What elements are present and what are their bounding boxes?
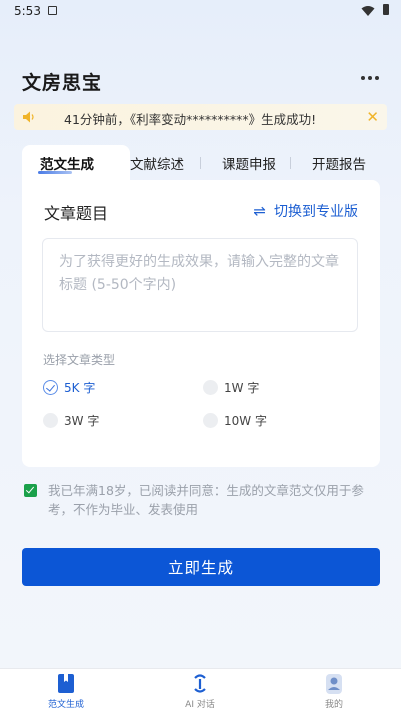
- nav-label: 范文生成: [47, 700, 84, 710]
- radio-icon: [203, 380, 218, 395]
- sim-icon: [48, 6, 57, 15]
- notice-text: 41分钟前，《利率变动**********》生成成功!: [64, 112, 317, 127]
- tab-divider: [200, 157, 201, 169]
- nav-ai-chat[interactable]: AI 对话: [165, 673, 235, 710]
- nav-essay-generation[interactable]: 范文生成: [31, 673, 101, 710]
- tab-active-indicator: [38, 171, 72, 174]
- speaker-icon: [23, 111, 34, 123]
- close-icon[interactable]: ✕: [366, 107, 379, 127]
- wifi-icon: [361, 6, 375, 16]
- option-10w[interactable]: 10W 字: [203, 412, 267, 429]
- article-title-input[interactable]: [42, 238, 358, 332]
- tab-label: 范文生成: [40, 157, 94, 173]
- generate-now-button[interactable]: 立即生成: [22, 548, 380, 586]
- more-options-icon[interactable]: [361, 73, 379, 83]
- tab-project-application[interactable]: 课题申报: [222, 153, 276, 173]
- article-type-label: 选择文章类型: [43, 353, 116, 367]
- mode-tabs: 范文生成 文献综述 课题申报 开题报告: [22, 145, 380, 185]
- agreement-checkbox[interactable]: [24, 484, 37, 497]
- agreement-text: 我已年满18岁，已阅读并同意：生成的文章范文仅用于参考，不作为毕业、发表使用: [48, 483, 364, 517]
- radio-icon: [43, 413, 58, 428]
- nav-label: 我的: [324, 700, 343, 710]
- essay-form-card: 文章题目 ⇌ 切换到专业版 选择文章类型 5K 字 1W 字 3W 字 10W …: [22, 180, 380, 467]
- tab-proposal-report[interactable]: 开题报告: [312, 153, 366, 173]
- option-label: 5K 字: [64, 381, 96, 395]
- book-icon: [58, 674, 74, 693]
- status-bar: 5:53: [0, 0, 401, 24]
- bottom-nav: 范文生成 AI 对话 我的: [0, 668, 401, 714]
- switch-to-pro-label: 切换到专业版: [274, 204, 358, 220]
- option-5k[interactable]: 5K 字: [43, 379, 95, 396]
- radio-checked-icon: [43, 380, 58, 395]
- user-icon: [326, 674, 342, 694]
- notice-banner: 41分钟前，《利率变动**********》生成成功! ✕: [14, 104, 387, 130]
- tab-essay-generation[interactable]: 范文生成: [22, 145, 130, 185]
- article-title-label: 文章题目: [44, 204, 109, 223]
- option-label: 1W 字: [224, 381, 260, 395]
- option-label: 3W 字: [64, 414, 100, 428]
- ai-chat-icon: [194, 674, 206, 693]
- option-label: 10W 字: [224, 414, 267, 428]
- battery-icon: [383, 4, 389, 15]
- option-1w[interactable]: 1W 字: [203, 379, 259, 396]
- app-title: 文房思宝: [22, 72, 103, 94]
- swap-icon: ⇌: [253, 202, 266, 220]
- nav-label: AI 对话: [185, 700, 215, 710]
- tab-divider: [290, 157, 291, 169]
- radio-icon: [203, 413, 218, 428]
- option-3w[interactable]: 3W 字: [43, 412, 99, 429]
- tab-literature-review[interactable]: 文献综述: [130, 153, 184, 173]
- status-time: 5:53: [14, 4, 41, 18]
- switch-to-pro-button[interactable]: ⇌ 切换到专业版: [253, 201, 358, 221]
- nav-profile[interactable]: 我的: [299, 673, 369, 710]
